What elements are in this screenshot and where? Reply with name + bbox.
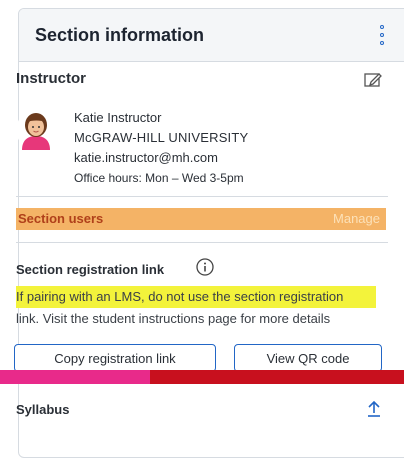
highlight-bar-segment bbox=[0, 370, 150, 384]
registration-link-heading: Section registration link bbox=[16, 262, 165, 277]
info-icon[interactable] bbox=[196, 258, 214, 276]
section-users-row[interactable]: Section users Manage bbox=[16, 208, 386, 230]
manage-users-link[interactable]: Manage bbox=[333, 211, 380, 226]
instructor-heading: Instructor bbox=[16, 70, 87, 87]
more-options-icon[interactable] bbox=[379, 25, 385, 45]
instructor-avatar bbox=[16, 110, 56, 150]
view-qr-code-button[interactable]: View QR code bbox=[234, 344, 382, 372]
syllabus-heading: Syllabus bbox=[16, 402, 70, 417]
instructor-name: Katie Instructor bbox=[74, 110, 162, 125]
registration-text-line-2: link. Visit the student instructions pag… bbox=[16, 311, 331, 326]
panel-title: Section information bbox=[35, 24, 205, 45]
instructor-details: Katie Instructor McGRAW-HILL UNIVERSITY … bbox=[74, 108, 248, 188]
divider bbox=[16, 242, 388, 243]
office-hours: Office hours: Mon – Wed 3-5pm bbox=[74, 171, 244, 185]
panel-header: Section information bbox=[19, 9, 404, 62]
registration-text-line-1: If pairing with an LMS, do not use the s… bbox=[16, 286, 376, 308]
copy-registration-link-button[interactable]: Copy registration link bbox=[14, 344, 216, 372]
section-users-label: Section users bbox=[18, 211, 104, 226]
instructor-school: McGRAW-HILL UNIVERSITY bbox=[74, 130, 249, 145]
divider bbox=[16, 196, 388, 197]
upload-icon[interactable] bbox=[366, 400, 382, 418]
registration-instructions: If pairing with an LMS, do not use the s… bbox=[16, 286, 376, 330]
highlight-bar bbox=[0, 370, 404, 384]
instructor-email-link[interactable]: katie.instructor@mh.com bbox=[74, 150, 218, 165]
edit-icon[interactable] bbox=[364, 72, 382, 88]
